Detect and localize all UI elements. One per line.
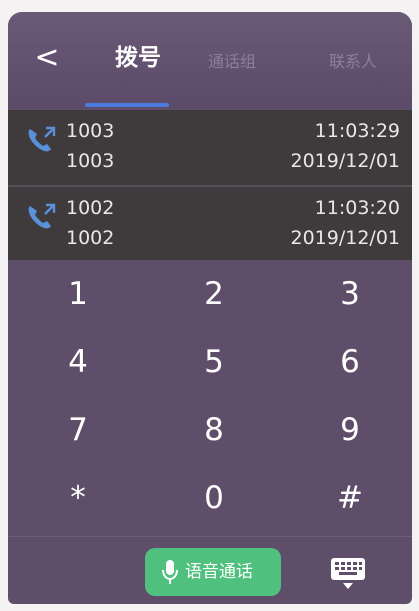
dial-keypad: 1 2 3 4 5 6 7 8 9 * 0 #	[8, 264, 412, 534]
phone-call-icon	[28, 203, 56, 229]
voice-call-button[interactable]: 语音通话	[145, 548, 281, 596]
key-hash[interactable]: #	[300, 468, 400, 528]
key-9[interactable]: 9	[300, 400, 400, 460]
header-bar: < 拨号 通话组 联系人	[8, 12, 412, 108]
tab-contacts[interactable]: 联系人	[313, 48, 393, 76]
call-time: 11:03:20	[314, 197, 400, 219]
key-4[interactable]: 4	[28, 332, 128, 392]
key-2[interactable]: 2	[164, 264, 264, 324]
call-date: 2019/12/01	[290, 227, 400, 249]
key-1[interactable]: 1	[28, 264, 128, 324]
key-star[interactable]: *	[28, 468, 128, 528]
call-number: 1003	[66, 120, 115, 142]
call-time: 11:03:29	[314, 120, 400, 142]
key-6[interactable]: 6	[300, 332, 400, 392]
bottom-divider	[8, 536, 412, 537]
microphone-icon	[162, 560, 178, 584]
row-divider	[8, 185, 412, 187]
active-tab-indicator	[85, 103, 169, 107]
tab-dial[interactable]: 拨号	[101, 44, 175, 72]
call-log-list: 1003 1003 11:03:29 2019/12/01 1002 1002 …	[8, 110, 412, 260]
call-log-row[interactable]: 1003 1003 11:03:29 2019/12/01	[8, 111, 412, 185]
dialer-screen: < 拨号 通话组 联系人 1003 1003 11:03:29 2019/12/…	[8, 12, 412, 604]
call-number: 1002	[66, 197, 115, 219]
key-5[interactable]: 5	[164, 332, 264, 392]
phone-call-icon	[28, 126, 56, 152]
key-0[interactable]: 0	[164, 468, 264, 528]
tab-call-group[interactable]: 通话组	[192, 48, 272, 76]
call-log-row[interactable]: 1002 1002 11:03:20 2019/12/01	[8, 188, 412, 262]
call-name: 1003	[66, 150, 115, 172]
back-button[interactable]: <	[32, 40, 62, 76]
voice-call-label: 语音通话	[185, 562, 253, 582]
call-date: 2019/12/01	[290, 150, 400, 172]
keyboard-icon[interactable]	[328, 556, 368, 592]
key-7[interactable]: 7	[28, 400, 128, 460]
key-3[interactable]: 3	[300, 264, 400, 324]
call-name: 1002	[66, 227, 115, 249]
key-8[interactable]: 8	[164, 400, 264, 460]
chevron-left-icon: <	[34, 40, 60, 75]
